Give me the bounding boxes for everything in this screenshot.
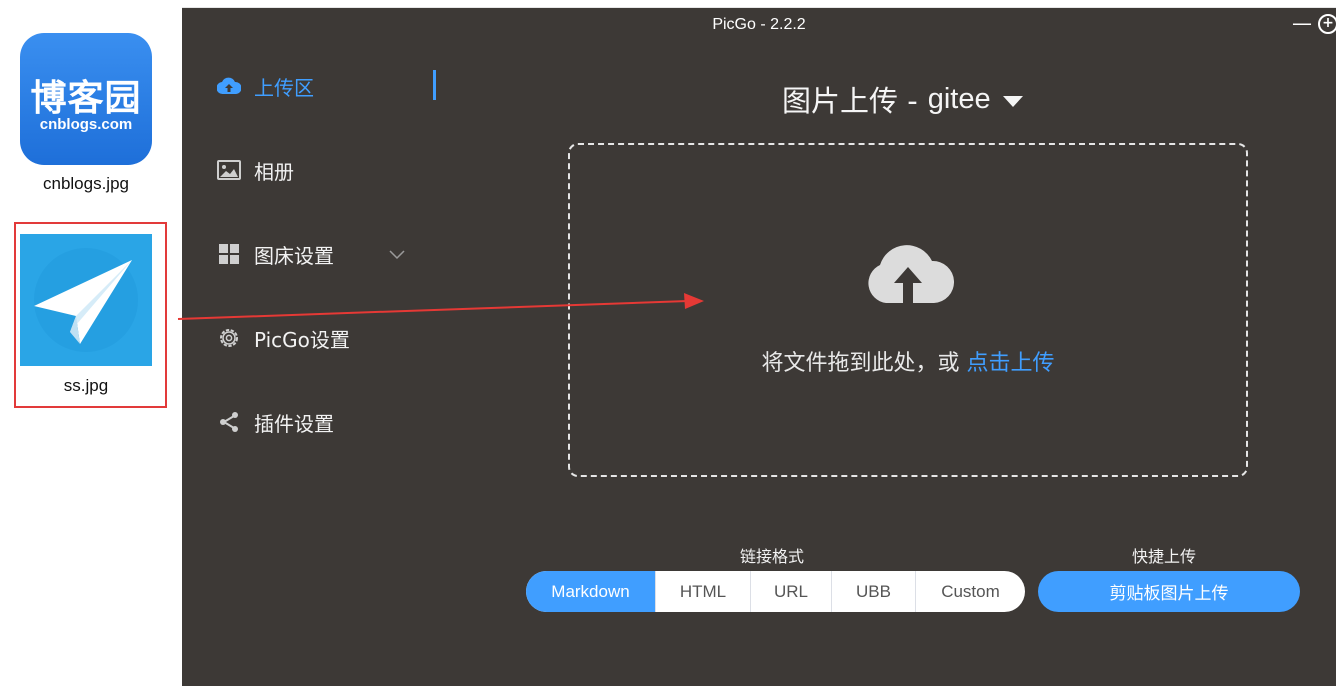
- caret-down-icon[interactable]: [1002, 95, 1023, 107]
- dropzone-text: 将文件拖到此处，或 点击上传: [570, 345, 1246, 377]
- cloud-upload-icon: [216, 74, 242, 98]
- sidebar-item-upload[interactable]: 上传区: [216, 71, 314, 101]
- sidebar-item-label: 相册: [254, 159, 294, 184]
- cloud-upload-icon: [868, 245, 954, 303]
- maximize-button[interactable]: +: [1318, 14, 1336, 34]
- picbed-target: gitee: [927, 82, 991, 115]
- picgo-window: PicGo - 2.2.2 — + 上传区 相册 图床设置 PicGo设置 插件…: [182, 8, 1336, 686]
- sidebar: 上传区 相册 图床设置 PicGo设置 插件设置: [182, 42, 442, 686]
- gear-icon: [216, 326, 242, 350]
- quick-upload-label: 快捷上传: [1132, 547, 1197, 566]
- desktop-area: 博客园 cnblogs.com cnblogs.jpg ss.jpg: [0, 0, 182, 686]
- sidebar-item-label: 图床设置: [254, 243, 334, 268]
- window-title: PicGo - 2.2.2: [712, 16, 806, 33]
- ss-file-icon[interactable]: [20, 234, 152, 366]
- paper-plane-icon: [34, 248, 138, 352]
- format-option-url[interactable]: URL: [750, 571, 831, 612]
- background-window-strip: [0, 0, 1336, 8]
- upload-dropzone[interactable]: 将文件拖到此处，或 点击上传: [568, 143, 1248, 477]
- active-indicator: [433, 70, 436, 100]
- cnblogs-file-label[interactable]: cnblogs.jpg: [20, 174, 152, 194]
- sidebar-item-picgo-settings[interactable]: PicGo设置: [216, 323, 350, 353]
- format-option-custom[interactable]: Custom: [915, 571, 1025, 612]
- format-option-ubb[interactable]: UBB: [831, 571, 915, 612]
- sidebar-item-label: 插件设置: [254, 411, 334, 436]
- minimize-button[interactable]: —: [1292, 13, 1312, 34]
- sidebar-item-label: 上传区: [254, 75, 314, 100]
- chevron-down-icon[interactable]: [389, 250, 405, 260]
- format-option-markdown[interactable]: Markdown: [526, 571, 655, 612]
- ss-file-label[interactable]: ss.jpg: [20, 376, 152, 396]
- grid-icon: [216, 242, 242, 266]
- sidebar-item-picbed-settings[interactable]: 图床设置: [216, 239, 334, 269]
- clipboard-upload-button[interactable]: 剪贴板图片上传: [1038, 571, 1300, 612]
- page-title: 图片上传 -: [782, 84, 918, 118]
- picture-icon: [216, 158, 242, 182]
- link-format-label: 链接格式: [740, 547, 805, 566]
- share-icon: [216, 410, 242, 434]
- click-upload-link[interactable]: 点击上传: [966, 351, 1054, 376]
- cnblogs-icon-text: 博客园: [30, 78, 142, 119]
- sidebar-item-album[interactable]: 相册: [216, 155, 294, 185]
- upload-title[interactable]: 图片上传 - gitee: [782, 78, 1023, 120]
- cnblogs-file-icon[interactable]: 博客园 cnblogs.com: [20, 33, 152, 165]
- sidebar-item-plugin-settings[interactable]: 插件设置: [216, 407, 334, 437]
- format-option-html[interactable]: HTML: [655, 571, 750, 612]
- title-bar[interactable]: PicGo - 2.2.2 — +: [182, 8, 1336, 42]
- dropzone-hint: 将文件拖到此处，或: [761, 351, 967, 376]
- cnblogs-icon-subtext: cnblogs.com: [39, 116, 133, 133]
- sidebar-item-label: PicGo设置: [254, 327, 350, 352]
- link-format-selector: Markdown HTML URL UBB Custom: [526, 571, 1025, 612]
